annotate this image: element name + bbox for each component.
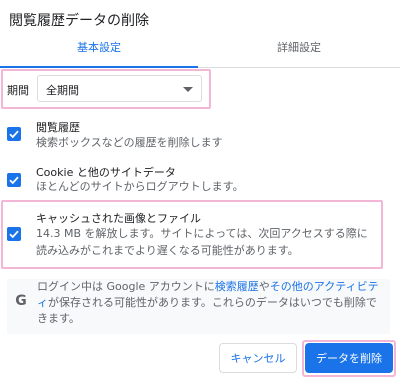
cancel-button[interactable]: キャンセル (219, 343, 297, 373)
tab-basic[interactable]: 基本設定 (0, 36, 198, 68)
cache-checkbox[interactable] (7, 227, 21, 241)
search-history-link[interactable]: 検索履歴 (215, 280, 259, 293)
cookie-description: ほとんどのサイトからログアウトします。 (36, 180, 244, 193)
info-text-part: が保存される可能性があります。これらのデータはいつでも削除できます。 (37, 296, 377, 325)
checkmark-icon (9, 176, 19, 185)
google-g-icon: G (15, 293, 27, 309)
account-info-box: G ログイン中は Google アカウントに検索履歴やその他のアクティビティが保… (7, 279, 390, 334)
active-tab-indicator (0, 66, 198, 68)
dialog-title: 閲覧履歴データの削除 (9, 13, 149, 29)
checkmark-icon (9, 230, 19, 239)
tab-advanced[interactable]: 詳細設定 (198, 36, 400, 68)
account-info-text: ログイン中は Google アカウントに検索履歴やその他のアクティビティが保存さ… (37, 279, 387, 327)
cache-title: キャッシュされた画像とファイル (36, 212, 201, 225)
delete-data-button[interactable]: データを削除 (305, 343, 393, 373)
cache-description: 14.3 MB を解放します。サイトによっては、次回アクセスする際に読み込みがこ… (36, 227, 368, 257)
info-text-part: ログイン中は Google アカウントに (37, 280, 215, 293)
period-selected-value: 全期間 (46, 84, 79, 97)
checkmark-icon (9, 130, 19, 139)
period-label: 期間 (7, 84, 29, 97)
tab-bar: 基本設定 詳細設定 (0, 36, 400, 68)
history-checkbox[interactable] (7, 127, 21, 141)
history-description: 検索ボックスなどの履歴を削除します (36, 136, 223, 149)
cookie-checkbox[interactable] (7, 173, 21, 187)
history-title: 閲覧履歴 (36, 121, 80, 134)
info-text-part: や (258, 280, 270, 293)
period-select[interactable]: 全期間 (37, 75, 202, 102)
dropdown-caret-icon (183, 87, 193, 92)
